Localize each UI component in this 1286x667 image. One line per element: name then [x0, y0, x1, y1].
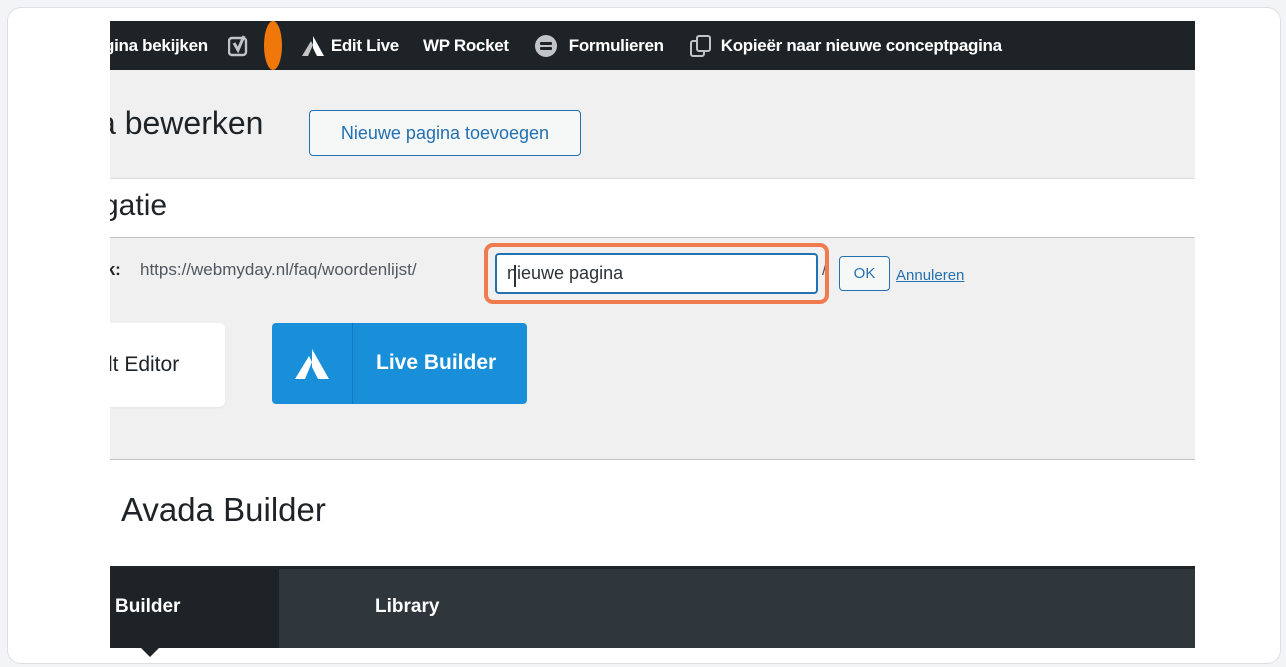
wp-rocket-menu[interactable]: WP Rocket — [423, 21, 509, 70]
text-cursor — [514, 265, 516, 287]
wp-rocket-label: WP Rocket — [422, 35, 509, 55]
view-page-label: gina bekijken — [110, 35, 208, 55]
tab-library[interactable]: Library — [375, 596, 439, 618]
permalink-slug-input[interactable] — [495, 253, 818, 294]
post-title-text: gatie — [110, 189, 168, 222]
post-title-field[interactable]: gatie — [110, 178, 1195, 238]
copy-to-draft-link[interactable]: Kopieër naar nieuwe conceptpagina — [689, 21, 1002, 70]
default-editor-button[interactable]: lt Editor — [110, 323, 225, 407]
default-editor-label: lt Editor — [110, 353, 180, 376]
permalink-ok-button[interactable]: OK — [839, 256, 890, 291]
seo-status-dot — [263, 21, 282, 70]
view-page-link[interactable]: gina bekijken — [110, 21, 208, 70]
wp-editor-screen: gina bekijken Edit Live WP Rocket Formul… — [110, 21, 1195, 657]
builder-tab-bar: Builder Library — [110, 566, 1195, 648]
add-new-page-button[interactable]: Nieuwe pagina toevoegen — [309, 110, 581, 156]
admin-bar: gina bekijken Edit Live WP Rocket Formul… — [110, 21, 1195, 70]
edit-live-link[interactable]: Edit Live — [301, 21, 399, 70]
permalink-cancel-link[interactable]: Annuleren — [896, 267, 964, 284]
screenshot-card: gina bekijken Edit Live WP Rocket Formul… — [7, 7, 1281, 664]
permalink-label: ık: — [110, 260, 121, 279]
live-builder-label: Live Builder — [376, 351, 497, 374]
edit-live-label: Edit Live — [330, 35, 399, 55]
avada-builder-title: Avada Builder — [121, 491, 326, 528]
permalink-url-prefix: https://webmyday.nl/faq/woordenlijst/ — [140, 260, 417, 279]
copy-icon — [689, 34, 711, 57]
avada-icon — [272, 323, 353, 404]
tab-builder-label: Builder — [115, 596, 181, 617]
yoast-icon — [227, 34, 248, 56]
yoast-menu[interactable] — [227, 21, 250, 70]
forms-label: Formulieren — [568, 35, 664, 55]
active-tab-pointer — [138, 645, 162, 657]
page-title: a bewerken — [110, 105, 264, 141]
avada-icon — [301, 35, 324, 56]
forms-menu[interactable]: Formulieren — [534, 21, 664, 70]
tab-builder[interactable]: Builder — [110, 569, 279, 648]
live-builder-button[interactable]: Live Builder — [272, 323, 527, 404]
forms-icon — [534, 34, 557, 57]
copy-to-draft-label: Kopieër naar nieuwe conceptpagina — [720, 35, 1002, 55]
avada-builder-panel: Avada Builder Builder Library — [110, 459, 1195, 657]
